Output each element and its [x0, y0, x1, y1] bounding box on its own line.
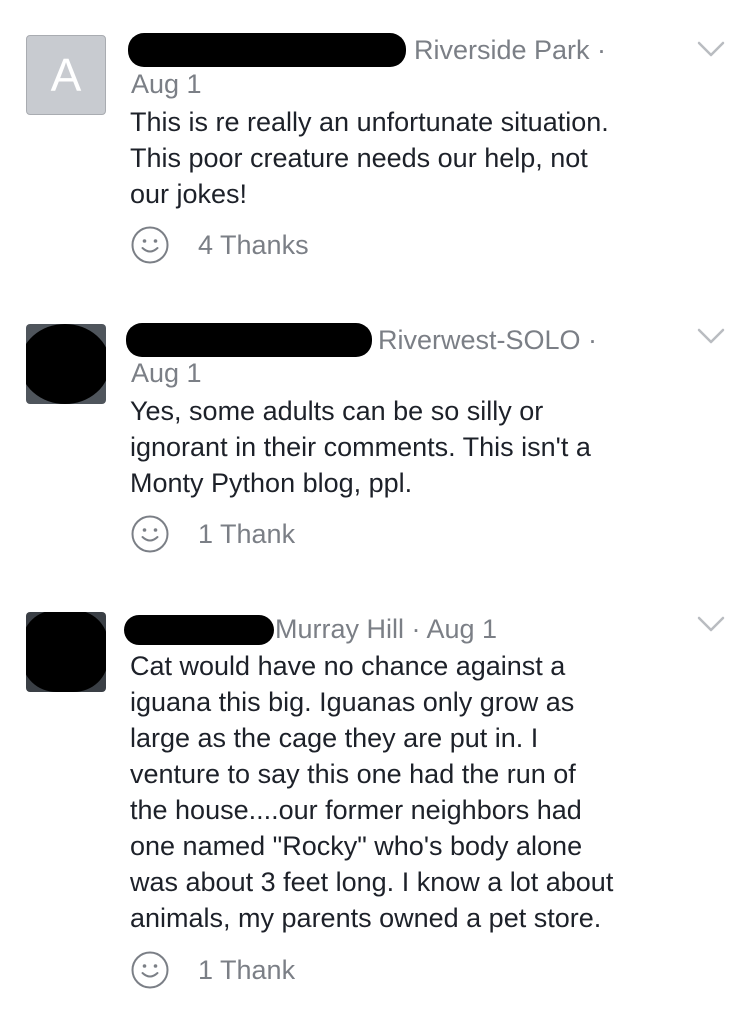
comment-date: Aug 1 [131, 69, 202, 99]
thank-button[interactable]: 1 Thank [130, 513, 295, 555]
thanks-count: 1 Thank [198, 954, 296, 985]
smiley-icon [131, 226, 169, 264]
chevron-down-icon[interactable] [697, 615, 725, 633]
redacted-avatar [26, 612, 106, 692]
comment-text: Yes, some adults can be so silly or igno… [130, 396, 591, 498]
chevron-down-icon[interactable] [697, 40, 725, 58]
thank-button[interactable]: 1 Thank [130, 949, 295, 991]
redacted-author-name [128, 33, 406, 67]
avatar[interactable] [26, 324, 106, 404]
redacted-author-name [126, 323, 372, 357]
redacted-author-name [124, 615, 274, 645]
thanks-count: 4 Thanks [198, 229, 309, 260]
redacted-avatar [26, 324, 106, 404]
avatar[interactable]: A [26, 35, 106, 115]
comment-text: This is re really an unfortunate situati… [130, 107, 609, 209]
smiley-icon [131, 515, 169, 553]
chevron-down-icon[interactable] [697, 327, 725, 345]
thanks-count: 1 Thank [198, 518, 296, 549]
comment-text: Cat would have no chance against a iguan… [130, 651, 614, 933]
comment-date: Aug 1 [131, 358, 202, 388]
thank-button[interactable]: 4 Thanks [130, 224, 309, 266]
comment-neighborhood[interactable]: Riverside Park · [414, 34, 606, 66]
comment-neighborhood[interactable]: Riverwest-SOLO · [378, 324, 597, 356]
smiley-icon [131, 951, 169, 989]
avatar[interactable] [26, 612, 106, 692]
comment-meta[interactable]: Murray Hill · Aug 1 [275, 613, 497, 645]
